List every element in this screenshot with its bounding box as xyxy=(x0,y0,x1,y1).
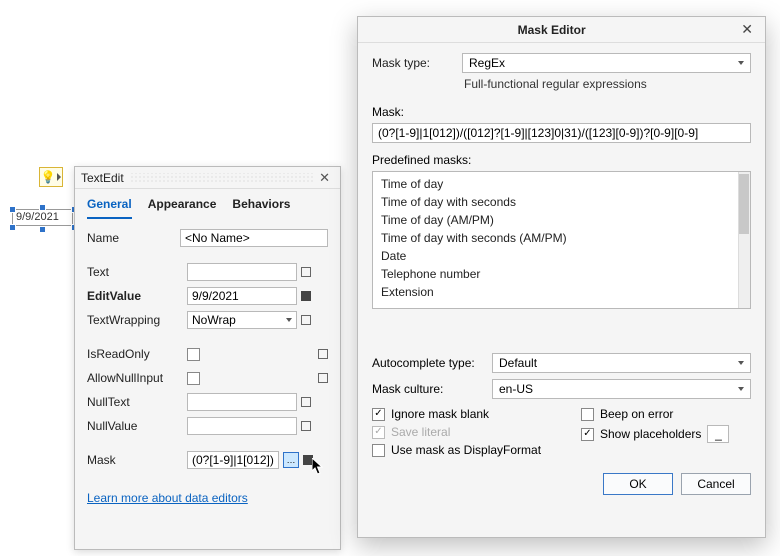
tab-behaviors[interactable]: Behaviors xyxy=(232,197,290,219)
use-displayformat-label: Use mask as DisplayFormat xyxy=(391,443,541,457)
autocomplete-label: Autocomplete type: xyxy=(372,356,492,370)
dialog-titlebar[interactable]: Mask Editor ✕ xyxy=(358,17,765,43)
property-panel-title: TextEdit xyxy=(81,171,124,185)
save-literal-checkbox xyxy=(372,426,385,439)
mask-type-value: RegEx xyxy=(469,56,505,70)
lightbulb-icon: 💡 xyxy=(41,170,56,184)
text-input[interactable] xyxy=(187,263,297,281)
save-literal-label: Save literal xyxy=(391,425,450,439)
ok-button[interactable]: OK xyxy=(603,473,673,495)
culture-value: en-US xyxy=(499,382,533,396)
cancel-button[interactable]: Cancel xyxy=(681,473,751,495)
grip-icon xyxy=(130,173,315,183)
predefined-masks-label: Predefined masks: xyxy=(372,153,751,167)
allownull-checkbox[interactable] xyxy=(187,372,200,385)
scrollbar-thumb[interactable] xyxy=(739,174,749,234)
property-marker[interactable] xyxy=(303,455,313,465)
scrollbar[interactable] xyxy=(738,172,750,308)
nulltext-input[interactable] xyxy=(187,393,297,411)
mask-type-select[interactable]: RegEx xyxy=(462,53,751,73)
property-marker[interactable] xyxy=(318,349,328,359)
mask-ellipsis-button[interactable]: … xyxy=(283,452,299,468)
property-marker[interactable] xyxy=(318,373,328,383)
list-item[interactable]: Date xyxy=(381,247,730,265)
smart-tag-button[interactable]: 💡 xyxy=(39,167,63,187)
close-icon[interactable]: ✕ xyxy=(737,21,757,38)
mask-field-label: Mask: xyxy=(372,105,751,119)
show-placeholders-label: Show placeholders xyxy=(600,427,701,441)
property-marker[interactable] xyxy=(301,291,311,301)
mask-input[interactable] xyxy=(187,451,279,469)
property-marker[interactable] xyxy=(301,267,311,277)
list-item[interactable]: Time of day (AM/PM) xyxy=(381,211,730,229)
predefined-masks-list[interactable]: Time of day Time of day with seconds Tim… xyxy=(372,171,751,309)
mask-editor-dialog: Mask Editor ✕ Mask type: RegEx Full-func… xyxy=(357,16,766,538)
autocomplete-value: Default xyxy=(499,356,537,370)
nullvalue-input[interactable] xyxy=(187,417,297,435)
beep-checkbox[interactable] xyxy=(581,408,594,421)
name-input[interactable] xyxy=(180,229,328,247)
chevron-right-icon xyxy=(57,173,61,181)
textwrap-label: TextWrapping xyxy=(87,313,187,327)
ok-button-label: OK xyxy=(629,477,646,491)
list-item[interactable]: Extension xyxy=(381,283,730,301)
readonly-label: IsReadOnly xyxy=(87,347,187,361)
autocomplete-select[interactable]: Default xyxy=(492,353,751,373)
list-item[interactable]: Time of day xyxy=(381,175,730,193)
tab-appearance[interactable]: Appearance xyxy=(148,197,217,219)
beep-label: Beep on error xyxy=(600,407,673,421)
chevron-down-icon xyxy=(738,387,744,391)
nullvalue-label: NullValue xyxy=(87,419,187,433)
name-label: Name xyxy=(87,231,180,245)
show-placeholders-checkbox[interactable] xyxy=(581,428,594,441)
property-panel-titlebar[interactable]: TextEdit ✕ xyxy=(75,167,340,189)
use-displayformat-checkbox[interactable] xyxy=(372,444,385,457)
designer-textedit-value: 9/9/2021 xyxy=(16,211,59,223)
property-marker[interactable] xyxy=(301,315,311,325)
resize-handle[interactable] xyxy=(39,204,46,211)
close-icon[interactable]: ✕ xyxy=(315,170,334,186)
ignore-blank-label: Ignore mask blank xyxy=(391,407,489,421)
resize-handle[interactable] xyxy=(9,224,16,231)
tab-general[interactable]: General xyxy=(87,197,132,219)
editvalue-label: EditValue xyxy=(87,289,187,303)
mask-label: Mask xyxy=(87,453,187,467)
chevron-down-icon xyxy=(738,61,744,65)
mask-type-description: Full-functional regular expressions xyxy=(464,77,751,91)
text-label: Text xyxy=(87,265,187,279)
dialog-title: Mask Editor xyxy=(366,23,737,37)
list-item[interactable]: Time of day with seconds (AM/PM) xyxy=(381,229,730,247)
property-marker[interactable] xyxy=(301,397,311,407)
culture-select[interactable]: en-US xyxy=(492,379,751,399)
chevron-down-icon xyxy=(286,318,292,322)
mask-type-label: Mask type: xyxy=(372,56,452,70)
editvalue-input[interactable] xyxy=(187,287,297,305)
textwrap-value: NoWrap xyxy=(192,313,236,327)
designer-textedit[interactable]: 9/9/2021 xyxy=(12,209,73,226)
list-item[interactable]: Time of day with seconds xyxy=(381,193,730,211)
list-item[interactable]: Telephone number xyxy=(381,265,730,283)
cancel-button-label: Cancel xyxy=(697,477,734,491)
placeholder-char-input[interactable] xyxy=(707,425,729,443)
textwrap-select[interactable]: NoWrap xyxy=(187,311,297,329)
ignore-blank-checkbox[interactable] xyxy=(372,408,385,421)
resize-handle[interactable] xyxy=(39,226,46,233)
property-panel: TextEdit ✕ General Appearance Behaviors … xyxy=(74,166,341,550)
resize-handle[interactable] xyxy=(9,206,16,213)
nulltext-label: NullText xyxy=(87,395,187,409)
culture-label: Mask culture: xyxy=(372,382,492,396)
chevron-down-icon xyxy=(738,361,744,365)
mask-expression-input[interactable] xyxy=(372,123,751,143)
property-marker[interactable] xyxy=(301,421,311,431)
learn-more-link[interactable]: Learn more about data editors xyxy=(87,491,248,505)
readonly-checkbox[interactable] xyxy=(187,348,200,361)
allownull-label: AllowNullInput xyxy=(87,371,187,385)
